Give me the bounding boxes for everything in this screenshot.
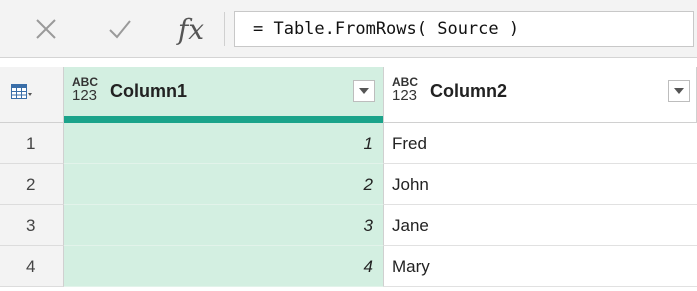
cell-column1[interactable]: 1 [64,123,384,164]
data-grid: ABC 123 Column1 ABC 123 Column2 1 1 Fred… [0,67,697,291]
column-name: Column1 [110,81,188,101]
column-header-column2[interactable]: ABC 123 Column2 [384,67,697,123]
formula-bar: fx = Table.FromRows( Source ) [0,0,697,58]
cell-column2[interactable]: John [384,164,697,205]
row-number[interactable]: 1 [0,123,64,164]
table-icon [11,84,33,100]
cell-column2[interactable]: Mary [384,246,697,287]
cell-column1[interactable]: 2 [64,164,384,205]
row-number[interactable]: 3 [0,205,64,246]
column-name: Column2 [430,81,508,101]
table-menu-button[interactable] [0,67,64,123]
check-icon [109,20,131,39]
table-row: 3 3 Jane [0,205,697,246]
cancel-button[interactable] [26,12,66,46]
any-type-icon[interactable]: ABC 123 [392,76,418,103]
fx-label: fx [177,12,205,46]
cell-column2[interactable]: Jane [384,205,697,246]
chevron-down-icon [359,88,369,94]
divider [224,12,225,46]
column-quality-bar [64,116,383,123]
chevron-down-icon [674,88,684,94]
table-row: 2 2 John [0,164,697,205]
cell-column1[interactable]: 3 [64,205,384,246]
cell-column2[interactable]: Fred [384,123,697,164]
close-icon [36,19,56,39]
any-type-icon[interactable]: ABC 123 [72,76,98,103]
column-filter-button[interactable] [353,80,375,102]
formula-input[interactable]: = Table.FromRows( Source ) [234,11,694,47]
commit-button[interactable] [100,12,140,46]
column-filter-button[interactable] [668,80,690,102]
fx-button[interactable]: fx [168,12,214,46]
cell-column1[interactable]: 4 [64,246,384,287]
row-number[interactable]: 2 [0,164,64,205]
table-row: 1 1 Fred [0,123,697,164]
table-row: 4 4 Mary [0,246,697,287]
column-header-column1[interactable]: ABC 123 Column1 [64,67,384,123]
row-number[interactable]: 4 [0,246,64,287]
